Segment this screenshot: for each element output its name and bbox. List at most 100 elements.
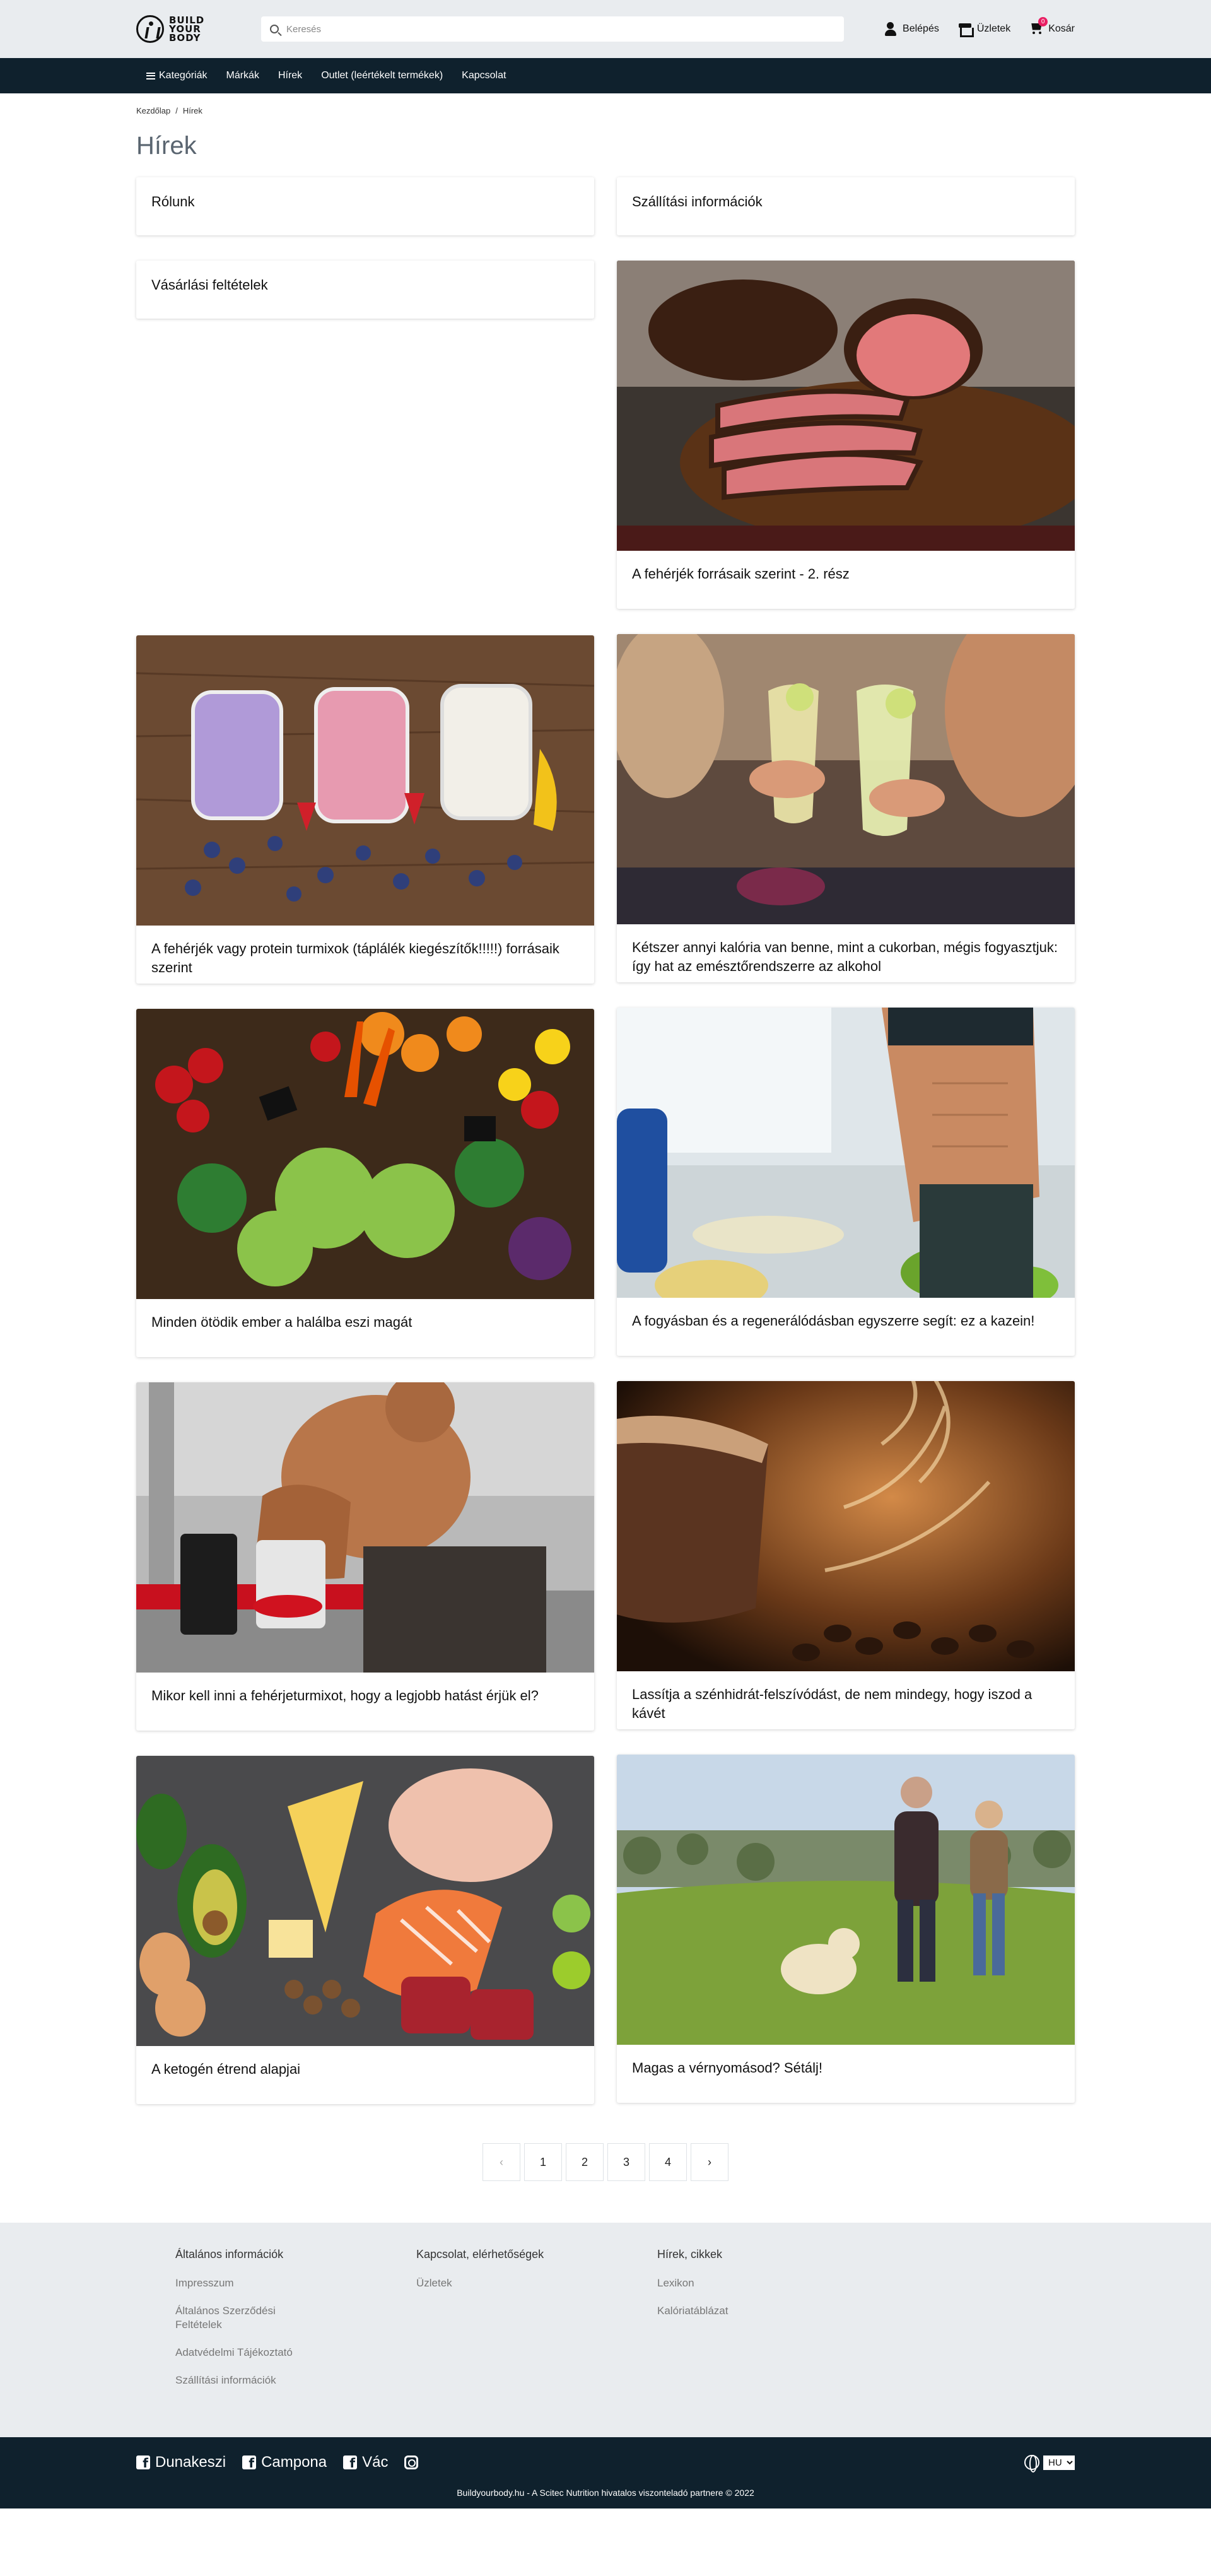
footer-link-lexicon[interactable]: Lexikon [657,2276,783,2290]
footer-column-general: Általános információk Impresszum Általán… [175,2248,416,2401]
news-card[interactable]: A fehérjék forrásaik szerint - 2. rész [617,261,1075,609]
menu-icon [146,72,155,79]
news-column-right: Szállítási információk A fehérjék forrás… [617,177,1075,2128]
footer-link-privacy[interactable]: Adatvédelmi Tájékoztató [175,2346,301,2360]
news-card[interactable]: A fehérjék vagy protein turmixok (táplál… [136,635,594,984]
pagination-page-2[interactable]: 2 [566,2143,604,2181]
footer-bottom-bar: Dunakeszi Campona Vác HU Buildyourbody.h… [0,2437,1211,2508]
news-card[interactable]: Mikor kell inni a fehérjeturmixot, hogy … [136,1382,594,1731]
footer-link-impresszum[interactable]: Impresszum [175,2276,301,2290]
news-card-title: A fehérjék vagy protein turmixok (táplál… [151,941,559,975]
news-card-title: Lassítja a szénhidrát-felszívódást, de n… [632,1686,1033,1721]
search-input[interactable] [286,23,835,35]
news-card-title: Szállítási információk [632,194,763,209]
stores-button[interactable]: Üzletek [958,22,1011,37]
social-label: Campona [261,2454,327,2471]
news-card[interactable]: Kétszer annyi kalória van benne, mint a … [617,634,1075,982]
news-card-title: A fogyásban és a regenerálódásban egysze… [632,1313,1035,1329]
nav-item-news[interactable]: Hírek [278,70,302,81]
site-footer: Általános információk Impresszum Általán… [0,2223,1211,2437]
facebook-icon [242,2455,257,2471]
news-card-title: Vásárlási feltételek [151,277,268,293]
breadcrumb-separator: / [175,106,178,115]
news-card-title: Magas a vérnyomásod? Sétálj! [632,2060,823,2076]
footer-column-title: Általános információk [175,2248,284,2261]
pagination: ‹ 1 2 3 4 › [136,2143,1075,2181]
nav-label: Kategóriák [159,70,208,81]
breadcrumb: Kezdőlap / Hírek [136,93,1075,115]
breadcrumb-home[interactable]: Kezdőlap [136,106,170,115]
copyright-text: Buildyourbody.hu - A Scitec Nutrition hi… [457,2488,754,2498]
footer-column-news: Hírek, cikkek Lexikon Kalóriatáblázat [657,2248,898,2401]
news-card[interactable]: Rólunk [136,177,594,235]
main-nav: Kategóriák Márkák Hírek Outlet (leértéke… [0,58,1211,93]
instagram-link[interactable] [404,2455,419,2469]
footer-link-stores[interactable]: Üzletek [416,2276,542,2290]
nav-item-contact[interactable]: Kapcsolat [462,70,506,81]
walking-couple-image [617,1755,1075,2045]
nav-item-outlet[interactable]: Outlet (leértékelt termékek) [321,70,443,81]
facebook-icon [343,2455,358,2471]
social-label: Vác [362,2454,389,2471]
globe-icon [1024,2455,1039,2473]
footer-column-title: Kapcsolat, elérhetőségek [416,2248,544,2261]
stores-label: Üzletek [976,23,1011,34]
search-box [261,16,844,42]
fitness-kitchen-image [617,1008,1075,1298]
language-select[interactable]: HU [1043,2455,1075,2470]
facebook-vac-link[interactable]: Vác [343,2454,388,2471]
news-card[interactable]: Szállítási információk [617,177,1075,235]
facebook-campona-link[interactable]: Campona [242,2454,327,2471]
facebook-dunakeszi-link[interactable]: Dunakeszi [136,2454,226,2471]
page-title: Hírek [136,132,197,160]
pagination-prev[interactable]: ‹ [483,2143,520,2181]
news-card[interactable]: A fogyásban és a regenerálódásban egysze… [617,1008,1075,1356]
cart-label: Kosár [1048,23,1075,34]
user-icon [884,22,898,36]
news-card-title: Minden ötödik ember a halálba eszi magát [151,1314,412,1330]
footer-link-calorie-table[interactable]: Kalóriatáblázat [657,2304,783,2318]
gym-shaker-image [136,1382,594,1673]
news-card[interactable]: Lassítja a szénhidrát-felszívódást, de n… [617,1381,1075,1729]
keto-food-image [136,1756,594,2046]
vegetables-image [136,1009,594,1299]
search-icon [270,25,279,33]
news-card[interactable]: Minden ötödik ember a halálba eszi magát [136,1009,594,1357]
cart-button[interactable]: 0 Kosár [1029,16,1075,38]
social-links: Dunakeszi Campona Vác [136,2454,419,2471]
pagination-page-1[interactable]: 1 [524,2143,562,2181]
login-label: Belépés [903,23,939,34]
nav-item-brands[interactable]: Márkák [226,70,259,81]
nav-item-categories[interactable]: Kategóriák [146,70,208,81]
site-logo[interactable]: BUILD YOUR BODY [136,15,261,43]
news-card[interactable]: Vásárlási feltételek [136,261,594,319]
logo-icon [136,15,164,43]
footer-column-contact: Kapcsolat, elérhetőségek Üzletek [416,2248,657,2401]
footer-link-shipping[interactable]: Szállítási információk [175,2373,301,2387]
pagination-page-4[interactable]: 4 [649,2143,687,2181]
cart-count-badge: 0 [1038,16,1048,26]
coffee-image [617,1381,1075,1671]
news-column-left: Rólunk Vásárlási feltételek A fehérjék v… [136,177,594,2129]
facebook-icon [136,2455,150,2471]
instagram-icon [404,2455,419,2469]
news-card-title: Kétszer annyi kalória van benne, mint a … [632,939,1058,974]
logo-text: BUILD YOUR BODY [169,15,205,44]
pagination-page-3[interactable]: 3 [607,2143,645,2181]
news-card-title: A fehérjék forrásaik szerint - 2. rész [632,566,850,582]
news-card[interactable]: A ketogén étrend alapjai [136,1756,594,2104]
main-content: Kezdőlap / Hírek Hírek Rólunk Vásárlási … [136,93,1075,2181]
footer-link-terms[interactable]: Általános Szerződési Feltételek [175,2304,301,2332]
language-switcher: HU [1024,2455,1075,2473]
news-card-title: Rólunk [151,194,195,209]
news-card-title: Mikor kell inni a fehérjeturmixot, hogy … [151,1688,539,1703]
pagination-next[interactable]: › [691,2143,728,2181]
social-label: Dunakeszi [155,2454,226,2471]
news-grid: Rólunk Vásárlási feltételek A fehérjék v… [136,177,1075,2129]
site-header: BUILDYOURBODY Belépés Üzletek 0 Kosár [0,0,1211,58]
roast-beef-image [617,261,1075,551]
login-button[interactable]: Belépés [884,22,939,36]
news-card[interactable]: Magas a vérnyomásod? Sétálj! [617,1755,1075,2103]
footer-column-title: Hírek, cikkek [657,2248,723,2261]
cocktails-image [617,634,1075,924]
